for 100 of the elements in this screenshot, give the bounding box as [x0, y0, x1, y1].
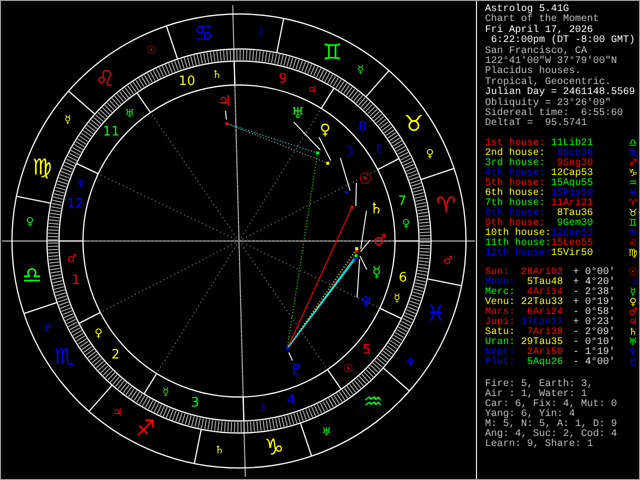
- planet-position: 2Ari50: [526, 348, 563, 358]
- house-cusp: 11Lib21: [551, 138, 593, 149]
- element-count: Yang: 6, Yin: 4: [485, 410, 576, 420]
- planet-name: Satu:: [485, 328, 516, 338]
- planet-name: Jupi:: [485, 318, 516, 328]
- zodiac-sign-glyph: ♑: [264, 436, 284, 461]
- house-number: 11: [102, 124, 120, 140]
- ruler-glyph: ♇: [43, 322, 54, 336]
- header-line: 6:22:00pm (DT -8:00 GMT): [491, 36, 636, 46]
- ruler-glyph: ♀: [426, 146, 434, 160]
- ruler-glyph: ☿: [64, 113, 72, 126]
- planet-marker: [286, 347, 289, 350]
- header-line: Chart of the Moment: [485, 15, 600, 26]
- ruler-glyph: ☉: [343, 362, 354, 376]
- house-cusp: 15Leo55: [551, 238, 593, 249]
- planet-latitude: - 0°58': [573, 308, 616, 318]
- planet-latitude: - 1°19': [573, 348, 616, 358]
- house-cusp: 15Vir50: [551, 248, 593, 259]
- house-number: 1: [72, 273, 80, 288]
- house-label: 7th house:: [485, 198, 546, 209]
- planet-name: Plut:: [485, 358, 516, 368]
- ruler-glyph: ♂: [443, 254, 454, 268]
- planet-latitude: - 0°10': [573, 338, 616, 348]
- ruler-glyph: ♆: [405, 356, 416, 369]
- house-label: 2nd house:: [485, 148, 546, 159]
- planet-marker: [316, 152, 320, 154]
- planet-glyph: ☽: [341, 142, 355, 161]
- zodiac-sign-glyph: ♐: [136, 416, 156, 442]
- house-number: 7: [398, 194, 406, 209]
- ruler-glyph: ☽: [254, 25, 264, 38]
- zodiac-sign-glyph: ♉: [404, 112, 424, 138]
- house-cusp: 12Can53: [551, 228, 593, 239]
- house-cusp: 8Sco36: [556, 148, 593, 159]
- ruler-glyph: ♀: [26, 214, 34, 228]
- header-line: Obliquity = 23°26'09": [485, 98, 612, 109]
- planet-position: 5Tau48: [526, 278, 563, 288]
- zodiac-sign-glyph: ♌: [628, 238, 638, 249]
- zodiac-sign-glyph: ♒: [363, 390, 383, 416]
- zodiac-sign-glyph: ♍: [32, 155, 52, 180]
- house-number: 9: [278, 71, 288, 86]
- planet-glyph: ♆: [628, 348, 638, 358]
- planet-marker: [350, 206, 354, 209]
- header-line: Sidereal time: 6:55:60: [485, 108, 624, 119]
- planet-glyph: ♇: [628, 358, 638, 368]
- planet-position: 7Ari38: [526, 328, 563, 338]
- planet-name: Mars:: [485, 308, 516, 318]
- header-line: DeltaT = 95.5741: [485, 119, 588, 130]
- house-number: 3: [190, 396, 200, 411]
- ruler-glyph: ♃: [112, 406, 122, 419]
- ruler-glyph: ♅: [322, 425, 332, 438]
- ruler-glyph: ♄: [214, 444, 224, 457]
- zodiac-sign-glyph: ♓: [426, 302, 446, 327]
- header-line: Tropical, Geocentric.: [485, 78, 612, 88]
- planet-marker: [225, 122, 228, 126]
- planet-marker: [344, 190, 348, 194]
- house-label: 9th house:: [485, 218, 546, 229]
- planet-glyph: ♄: [369, 199, 383, 218]
- leader-line: [355, 182, 357, 206]
- zodiac-sign-glyph: ♓: [628, 188, 638, 199]
- planet-position: 28Ari02: [521, 268, 563, 278]
- planet-glyph: ♃: [218, 92, 232, 110]
- element-count: M: 5, N: 5, A: 1, D: 9: [485, 420, 618, 430]
- ruler-glyph: ♀: [94, 326, 103, 340]
- header-line: Placidus houses.: [485, 67, 582, 78]
- ruler-glyph: ☽: [256, 401, 266, 414]
- zodiac-sign-glyph: ♋: [194, 21, 214, 46]
- planet-glyph: ♃: [628, 318, 638, 328]
- planet-glyph: ♄: [628, 328, 638, 338]
- ruler-glyph: ♃: [307, 83, 318, 96]
- house-label: 10th house:: [485, 228, 551, 239]
- house-label: 8th house:: [485, 208, 546, 219]
- zodiac-sign-glyph: ♐: [628, 158, 638, 169]
- zodiac-sign-glyph: ♌: [95, 66, 115, 92]
- zodiac-sign-glyph: ♊: [628, 218, 638, 229]
- ruler-glyph: ☿: [162, 386, 170, 399]
- planet-latitude: + 4°20': [573, 278, 616, 288]
- house-number: 10: [178, 74, 196, 89]
- planet-name: Sun:: [485, 268, 510, 278]
- ruler-glyph: ♇: [374, 142, 384, 156]
- planet-latitude: + 0°00': [573, 268, 616, 278]
- ruler-glyph: ♆: [76, 177, 86, 190]
- house-number: 2: [111, 347, 120, 362]
- planet-glyph: ♂: [628, 308, 638, 318]
- zodiac-sign-glyph: ♈: [436, 193, 456, 218]
- house-label: 3rd house:: [485, 158, 546, 169]
- zodiac-sign-glyph: ♍: [628, 248, 638, 259]
- planet-glyph: ♅: [628, 338, 638, 348]
- planet-position: 6Ari24: [526, 308, 563, 318]
- zodiac-sign-glyph: ♑: [628, 168, 638, 179]
- ruler-glyph: ♂: [66, 252, 77, 266]
- zodiac-sign-glyph: ♏: [54, 344, 74, 370]
- zodiac-sign-glyph: ♏: [628, 148, 638, 159]
- zodiac-sign-glyph: ♎: [628, 138, 638, 149]
- house-cusp: 15Aqu55: [551, 178, 593, 189]
- house-label: 4th house:: [485, 168, 546, 179]
- element-count: Car: 6, Fix: 4, Mut: 0: [485, 400, 618, 410]
- ruler-glyph: ☉: [146, 44, 156, 57]
- planet-position: 22Tau33: [521, 298, 563, 308]
- leader-line: [224, 110, 227, 120]
- planet-glyph: ♀: [628, 298, 638, 308]
